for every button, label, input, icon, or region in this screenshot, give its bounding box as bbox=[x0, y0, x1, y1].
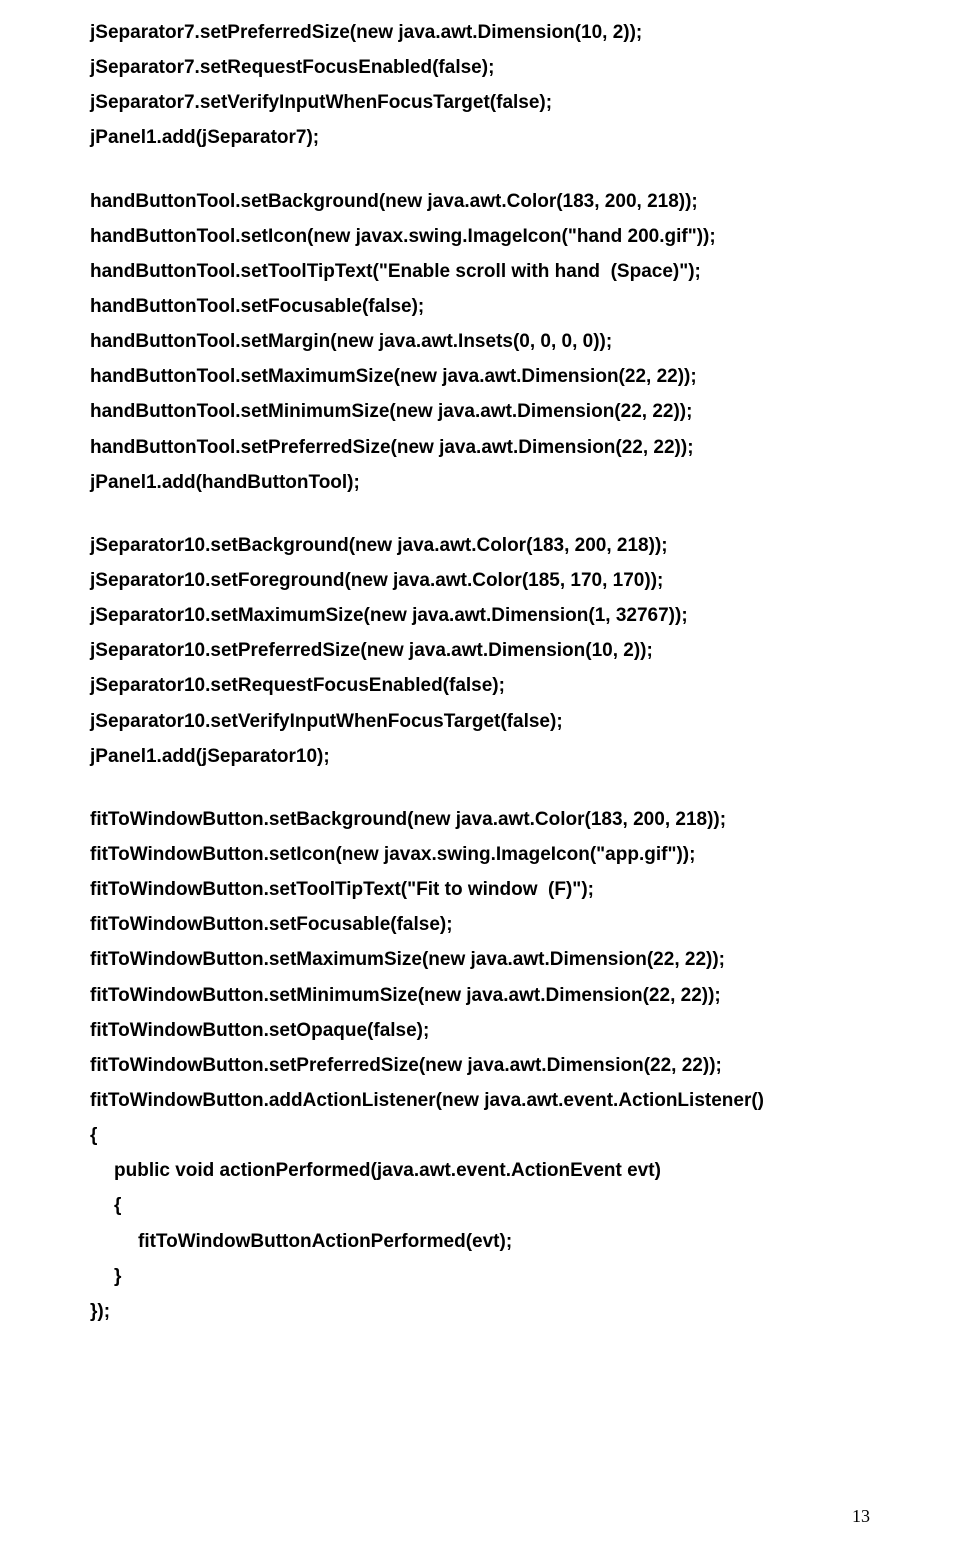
code-line: fitToWindowButton.setMaximumSize(new jav… bbox=[90, 942, 870, 977]
code-line: handButtonTool.setMaximumSize(new java.a… bbox=[90, 359, 870, 394]
code-line: } bbox=[90, 1259, 870, 1294]
code-line: { bbox=[90, 1118, 870, 1153]
page-number: 13 bbox=[852, 1500, 870, 1533]
code-line: jPanel1.add(handButtonTool); bbox=[90, 465, 870, 500]
code-line: public void actionPerformed(java.awt.eve… bbox=[90, 1153, 870, 1188]
code-line: handButtonTool.setMargin(new java.awt.In… bbox=[90, 324, 870, 359]
code-line: jSeparator10.setPreferredSize(new java.a… bbox=[90, 633, 870, 668]
code-line: jSeparator7.setRequestFocusEnabled(false… bbox=[90, 50, 870, 85]
code-line: fitToWindowButton.setIcon(new javax.swin… bbox=[90, 837, 870, 872]
code-line: handButtonTool.setBackground(new java.aw… bbox=[90, 184, 870, 219]
code-line: jSeparator10.setBackground(new java.awt.… bbox=[90, 528, 870, 563]
document-page: jSeparator7.setPreferredSize(new java.aw… bbox=[0, 0, 960, 1563]
code-line: handButtonTool.setPreferredSize(new java… bbox=[90, 430, 870, 465]
code-line: }); bbox=[90, 1294, 870, 1329]
code-line: handButtonTool.setIcon(new javax.swing.I… bbox=[90, 219, 870, 254]
code-line: jSeparator10.setForeground(new java.awt.… bbox=[90, 563, 870, 598]
code-line: jSeparator10.setVerifyInputWhenFocusTarg… bbox=[90, 704, 870, 739]
code-line: jSeparator7.setVerifyInputWhenFocusTarge… bbox=[90, 85, 870, 120]
code-line: jSeparator7.setPreferredSize(new java.aw… bbox=[90, 15, 870, 50]
code-line: jSeparator10.setRequestFocusEnabled(fals… bbox=[90, 668, 870, 703]
code-line: handButtonTool.setToolTipText("Enable sc… bbox=[90, 254, 870, 289]
code-line: fitToWindowButton.setFocusable(false); bbox=[90, 907, 870, 942]
code-line: fitToWindowButton.setMinimumSize(new jav… bbox=[90, 978, 870, 1013]
code-line: handButtonTool.setMinimumSize(new java.a… bbox=[90, 394, 870, 429]
code-block: jSeparator7.setPreferredSize(new java.aw… bbox=[90, 15, 870, 1329]
code-line: fitToWindowButtonActionPerformed(evt); bbox=[90, 1224, 870, 1259]
code-line: jPanel1.add(jSeparator7); bbox=[90, 120, 870, 155]
paragraph-gap bbox=[90, 156, 870, 184]
code-line: handButtonTool.setFocusable(false); bbox=[90, 289, 870, 324]
code-line: fitToWindowButton.setBackground(new java… bbox=[90, 802, 870, 837]
code-line: jPanel1.add(jSeparator10); bbox=[90, 739, 870, 774]
code-line: fitToWindowButton.setPreferredSize(new j… bbox=[90, 1048, 870, 1083]
code-line: { bbox=[90, 1188, 870, 1223]
code-line: fitToWindowButton.setOpaque(false); bbox=[90, 1013, 870, 1048]
code-line: jSeparator10.setMaximumSize(new java.awt… bbox=[90, 598, 870, 633]
paragraph-gap bbox=[90, 500, 870, 528]
code-line: fitToWindowButton.setToolTipText("Fit to… bbox=[90, 872, 870, 907]
code-line: fitToWindowButton.addActionListener(new … bbox=[90, 1083, 870, 1118]
paragraph-gap bbox=[90, 774, 870, 802]
